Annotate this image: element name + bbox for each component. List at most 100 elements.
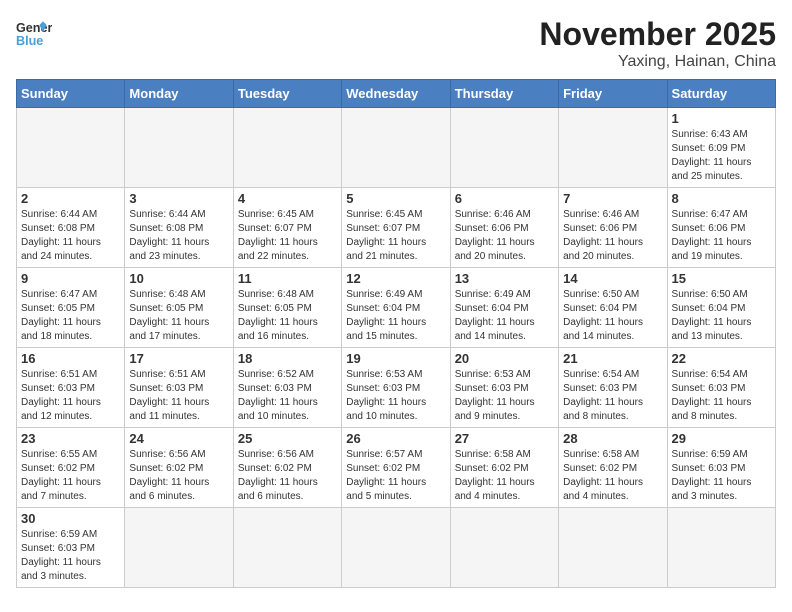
calendar-cell — [125, 508, 233, 588]
month-title: November 2025 — [539, 16, 776, 53]
day-info: Sunrise: 6:57 AM Sunset: 6:02 PM Dayligh… — [346, 448, 445, 504]
calendar-cell — [233, 508, 341, 588]
day-header-monday: Monday — [125, 80, 233, 108]
calendar-cell — [450, 108, 558, 188]
day-number: 16 — [21, 351, 120, 366]
day-info: Sunrise: 6:47 AM Sunset: 6:06 PM Dayligh… — [672, 208, 771, 264]
day-header-sunday: Sunday — [17, 80, 125, 108]
calendar-cell: 25Sunrise: 6:56 AM Sunset: 6:02 PM Dayli… — [233, 428, 341, 508]
title-block: November 2025 Yaxing, Hainan, China — [539, 16, 776, 71]
day-header-tuesday: Tuesday — [233, 80, 341, 108]
calendar-cell: 20 Sunrise: 6:53 AM Sunset: 6:03 PM Dayli… — [450, 348, 558, 428]
calendar-week-5: 23 Sunrise: 6:55 AM Sunset: 6:02 PM Dayli… — [17, 428, 776, 508]
day-info: Sunrise: 6:53 AM Sunset: 6:03 PM Dayligh… — [346, 368, 445, 424]
calendar-cell: 15 Sunrise: 6:50 AM Sunset: 6:04 PM Dayli… — [667, 268, 775, 348]
day-number: 9 — [21, 271, 120, 286]
calendar-cell: 24 Sunrise: 6:56 AM Sunset: 6:02 PM Dayli… — [125, 428, 233, 508]
day-info: Sunrise: 6:49 AM Sunset: 6:04 PM Dayligh… — [455, 288, 554, 344]
calendar-cell — [342, 108, 450, 188]
day-number: 10 — [129, 271, 228, 286]
calendar-cell: 11Sunrise: 6:48 AM Sunset: 6:05 PM Dayli… — [233, 268, 341, 348]
day-number: 21 — [563, 351, 662, 366]
calendar-cell — [233, 108, 341, 188]
day-info: Sunrise: 6:43 AM Sunset: 6:09 PM Dayligh… — [672, 128, 771, 184]
calendar-cell: 12Sunrise: 6:49 AM Sunset: 6:04 PM Dayli… — [342, 268, 450, 348]
day-number: 5 — [346, 191, 445, 206]
day-number: 7 — [563, 191, 662, 206]
day-info: Sunrise: 6:58 AM Sunset: 6:02 PM Dayligh… — [563, 448, 662, 504]
day-number: 18 — [238, 351, 337, 366]
day-header-saturday: Saturday — [667, 80, 775, 108]
calendar-cell: 29 Sunrise: 6:59 AM Sunset: 6:03 PM Dayli… — [667, 428, 775, 508]
day-info: Sunrise: 6:59 AM Sunset: 6:03 PM Dayligh… — [672, 448, 771, 504]
calendar-cell: 19 Sunrise: 6:53 AM Sunset: 6:03 PM Dayli… — [342, 348, 450, 428]
calendar-cell: 28 Sunrise: 6:58 AM Sunset: 6:02 PM Dayli… — [559, 428, 667, 508]
day-header-thursday: Thursday — [450, 80, 558, 108]
calendar-cell — [17, 108, 125, 188]
day-info: Sunrise: 6:44 AM Sunset: 6:08 PM Dayligh… — [21, 208, 120, 264]
day-info: Sunrise: 6:44 AM Sunset: 6:08 PM Dayligh… — [129, 208, 228, 264]
calendar-week-3: 9 Sunrise: 6:47 AM Sunset: 6:05 PM Daylig… — [17, 268, 776, 348]
day-info: Sunrise: 6:52 AM Sunset: 6:03 PM Dayligh… — [238, 368, 337, 424]
day-info: Sunrise: 6:56 AM Sunset: 6:02 PM Dayligh… — [238, 448, 337, 504]
calendar-cell — [125, 108, 233, 188]
day-header-friday: Friday — [559, 80, 667, 108]
day-number: 12 — [346, 271, 445, 286]
day-number: 22 — [672, 351, 771, 366]
day-number: 29 — [672, 431, 771, 446]
calendar-cell: 7 Sunrise: 6:46 AM Sunset: 6:06 PM Daylig… — [559, 188, 667, 268]
calendar-cell: 1Sunrise: 6:43 AM Sunset: 6:09 PM Daylig… — [667, 108, 775, 188]
day-info: Sunrise: 6:56 AM Sunset: 6:02 PM Dayligh… — [129, 448, 228, 504]
day-info: Sunrise: 6:46 AM Sunset: 6:06 PM Dayligh… — [563, 208, 662, 264]
day-info: Sunrise: 6:50 AM Sunset: 6:04 PM Dayligh… — [672, 288, 771, 344]
day-info: Sunrise: 6:54 AM Sunset: 6:03 PM Dayligh… — [563, 368, 662, 424]
calendar-cell: 27Sunrise: 6:58 AM Sunset: 6:02 PM Dayli… — [450, 428, 558, 508]
day-number: 3 — [129, 191, 228, 206]
day-info: Sunrise: 6:50 AM Sunset: 6:04 PM Dayligh… — [563, 288, 662, 344]
calendar: SundayMondayTuesdayWednesdayThursdayFrid… — [16, 79, 776, 588]
day-number: 8 — [672, 191, 771, 206]
day-header-wednesday: Wednesday — [342, 80, 450, 108]
logo-icon: General Blue — [16, 16, 52, 52]
day-info: Sunrise: 6:53 AM Sunset: 6:03 PM Dayligh… — [455, 368, 554, 424]
day-info: Sunrise: 6:59 AM Sunset: 6:03 PM Dayligh… — [21, 528, 120, 584]
page-header: General Blue November 2025 Yaxing, Haina… — [16, 16, 776, 71]
day-info: Sunrise: 6:51 AM Sunset: 6:03 PM Dayligh… — [129, 368, 228, 424]
calendar-cell: 13 Sunrise: 6:49 AM Sunset: 6:04 PM Dayli… — [450, 268, 558, 348]
day-number: 2 — [21, 191, 120, 206]
day-info: Sunrise: 6:55 AM Sunset: 6:02 PM Dayligh… — [21, 448, 120, 504]
calendar-cell: 23 Sunrise: 6:55 AM Sunset: 6:02 PM Dayli… — [17, 428, 125, 508]
day-number: 28 — [563, 431, 662, 446]
calendar-cell: 18 Sunrise: 6:52 AM Sunset: 6:03 PM Dayli… — [233, 348, 341, 428]
day-info: Sunrise: 6:47 AM Sunset: 6:05 PM Dayligh… — [21, 288, 120, 344]
calendar-cell: 9 Sunrise: 6:47 AM Sunset: 6:05 PM Daylig… — [17, 268, 125, 348]
svg-text:Blue: Blue — [16, 34, 43, 48]
day-info: Sunrise: 6:51 AM Sunset: 6:03 PM Dayligh… — [21, 368, 120, 424]
calendar-cell: 21 Sunrise: 6:54 AM Sunset: 6:03 PM Dayli… — [559, 348, 667, 428]
day-number: 4 — [238, 191, 337, 206]
location-title: Yaxing, Hainan, China — [539, 53, 776, 71]
calendar-header-row: SundayMondayTuesdayWednesdayThursdayFrid… — [17, 80, 776, 108]
calendar-cell: 6Sunrise: 6:46 AM Sunset: 6:06 PM Daylig… — [450, 188, 558, 268]
day-number: 23 — [21, 431, 120, 446]
day-info: Sunrise: 6:54 AM Sunset: 6:03 PM Dayligh… — [672, 368, 771, 424]
day-number: 20 — [455, 351, 554, 366]
day-number: 14 — [563, 271, 662, 286]
calendar-cell — [667, 508, 775, 588]
day-number: 24 — [129, 431, 228, 446]
calendar-week-1: 1Sunrise: 6:43 AM Sunset: 6:09 PM Daylig… — [17, 108, 776, 188]
day-number: 27 — [455, 431, 554, 446]
calendar-cell: 30Sunrise: 6:59 AM Sunset: 6:03 PM Dayli… — [17, 508, 125, 588]
calendar-cell: 3 Sunrise: 6:44 AM Sunset: 6:08 PM Daylig… — [125, 188, 233, 268]
calendar-cell: 26 Sunrise: 6:57 AM Sunset: 6:02 PM Dayli… — [342, 428, 450, 508]
day-number: 13 — [455, 271, 554, 286]
calendar-cell: 8 Sunrise: 6:47 AM Sunset: 6:06 PM Daylig… — [667, 188, 775, 268]
calendar-cell — [559, 108, 667, 188]
logo: General Blue — [16, 16, 52, 52]
calendar-cell: 5Sunrise: 6:45 AM Sunset: 6:07 PM Daylig… — [342, 188, 450, 268]
day-info: Sunrise: 6:48 AM Sunset: 6:05 PM Dayligh… — [238, 288, 337, 344]
day-number: 15 — [672, 271, 771, 286]
day-number: 6 — [455, 191, 554, 206]
day-number: 26 — [346, 431, 445, 446]
day-number: 19 — [346, 351, 445, 366]
